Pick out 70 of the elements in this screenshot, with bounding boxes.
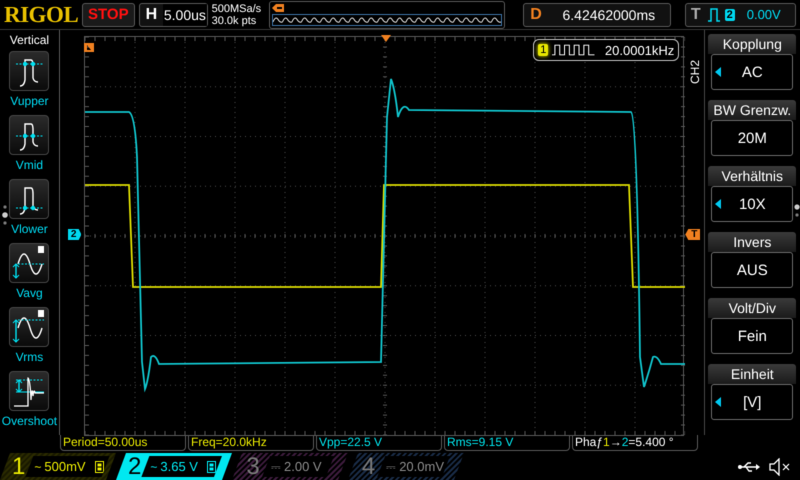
vupper-button[interactable] — [9, 51, 50, 91]
button-label: Vupper — [10, 94, 49, 108]
memory-depth: 30.0k pts — [212, 14, 258, 26]
rising-edge-icon — [706, 8, 721, 22]
frequency-counter: 1 20.0001kHz — [533, 39, 680, 61]
usb-icon — [738, 460, 760, 472]
measurement-readout: Period=50.00us — [60, 435, 186, 451]
channel-tab[interactable]: 1 ~ 500mV — [0, 453, 116, 480]
measurement-readout: Phaƒ1→2=5.400 ° — [572, 435, 698, 451]
channel-scale: 3.65 V — [160, 459, 198, 474]
channel-number: 1 — [12, 452, 26, 480]
menu-item-title: Einheit — [708, 364, 796, 384]
delay-control[interactable]: D 6.42462000ms — [523, 2, 671, 26]
trigger-source-badge: 2 — [724, 8, 735, 20]
menu-item-title: Kopplung — [708, 34, 796, 54]
menu-value-button[interactable]: 20M — [711, 120, 794, 156]
brand-logo: RIGOL — [4, 2, 78, 28]
menu-item-title: Volt/Div — [708, 298, 796, 318]
button-label: Vlower — [11, 222, 48, 236]
channel-scale: 20.0mV — [399, 459, 444, 474]
square-wave-icon — [552, 44, 595, 56]
sample-rate: 500MSa/s — [212, 2, 262, 14]
measurement-readout: Vpp=22.5 V — [316, 435, 442, 451]
marker-icon — [84, 43, 94, 52]
left-arrow-icon — [715, 397, 722, 407]
channel-scale: 2.00 V — [284, 459, 322, 474]
speaker-muted-icon — [768, 458, 792, 476]
coupling-symbol: ⎓ — [386, 460, 396, 474]
trigger-position-icon — [272, 4, 284, 12]
coupling-symbol: ⎓ — [271, 460, 281, 474]
vmid-button[interactable] — [9, 115, 50, 155]
vavg-button[interactable] — [9, 243, 50, 283]
measurement-readout: Freq=20.0kHz — [188, 435, 314, 451]
trigger-control[interactable]: T 2 0.00V — [684, 2, 796, 26]
menu-item-title: BW Grenzw. — [708, 100, 796, 120]
channel-tab[interactable]: 3 ⎓ 2.00 V — [232, 453, 348, 480]
button-label: Overshoot — [2, 414, 58, 428]
trigger-level-marker[interactable]: T — [685, 229, 700, 240]
waveform-overview-icon — [272, 14, 502, 26]
coupling-symbol: ~ — [150, 460, 158, 474]
menu-value-button[interactable]: AUS — [711, 252, 794, 288]
vrms-button[interactable] — [9, 307, 50, 347]
coupling-symbol: ~ — [34, 460, 42, 474]
channel-offset-marker[interactable]: 2 — [68, 229, 82, 240]
trigger-level: 0.00V — [746, 7, 781, 22]
menu-value-button[interactable]: [V] — [711, 384, 794, 420]
channel-number: 2 — [128, 452, 142, 480]
button-label: Vmid — [16, 158, 44, 172]
button-label: Vrms — [16, 350, 44, 364]
page-indicator-icon — [794, 204, 800, 218]
menu-item-title: Verhältnis — [708, 166, 796, 186]
trigger-position-icon — [380, 35, 391, 43]
menu-title: Vertical — [10, 33, 50, 47]
button-label: Vavg — [16, 286, 43, 300]
channel-scale: 500mV — [44, 459, 86, 474]
channel-number: 3 — [245, 452, 261, 480]
menu-value-button[interactable]: 10X — [711, 186, 794, 222]
measurement-readout: Rms=9.15 V — [444, 435, 570, 451]
left-arrow-icon — [715, 67, 722, 77]
timebase-control[interactable]: H 5.00us — [138, 2, 208, 26]
channel-tab[interactable]: 2 ~ 3.65 V — [116, 453, 232, 480]
left-arrow-icon — [715, 199, 722, 209]
menu-value-button[interactable]: AC — [711, 54, 794, 90]
menu-item-title: Invers — [708, 232, 796, 252]
run-stop-button[interactable]: STOP — [82, 2, 135, 26]
channel-label: CH2 — [688, 60, 702, 84]
overshoot-button[interactable] — [9, 371, 50, 411]
menu-value-button[interactable]: Fein — [711, 318, 794, 354]
page-indicator-icon — [2, 204, 8, 226]
vlower-button[interactable] — [9, 179, 50, 219]
